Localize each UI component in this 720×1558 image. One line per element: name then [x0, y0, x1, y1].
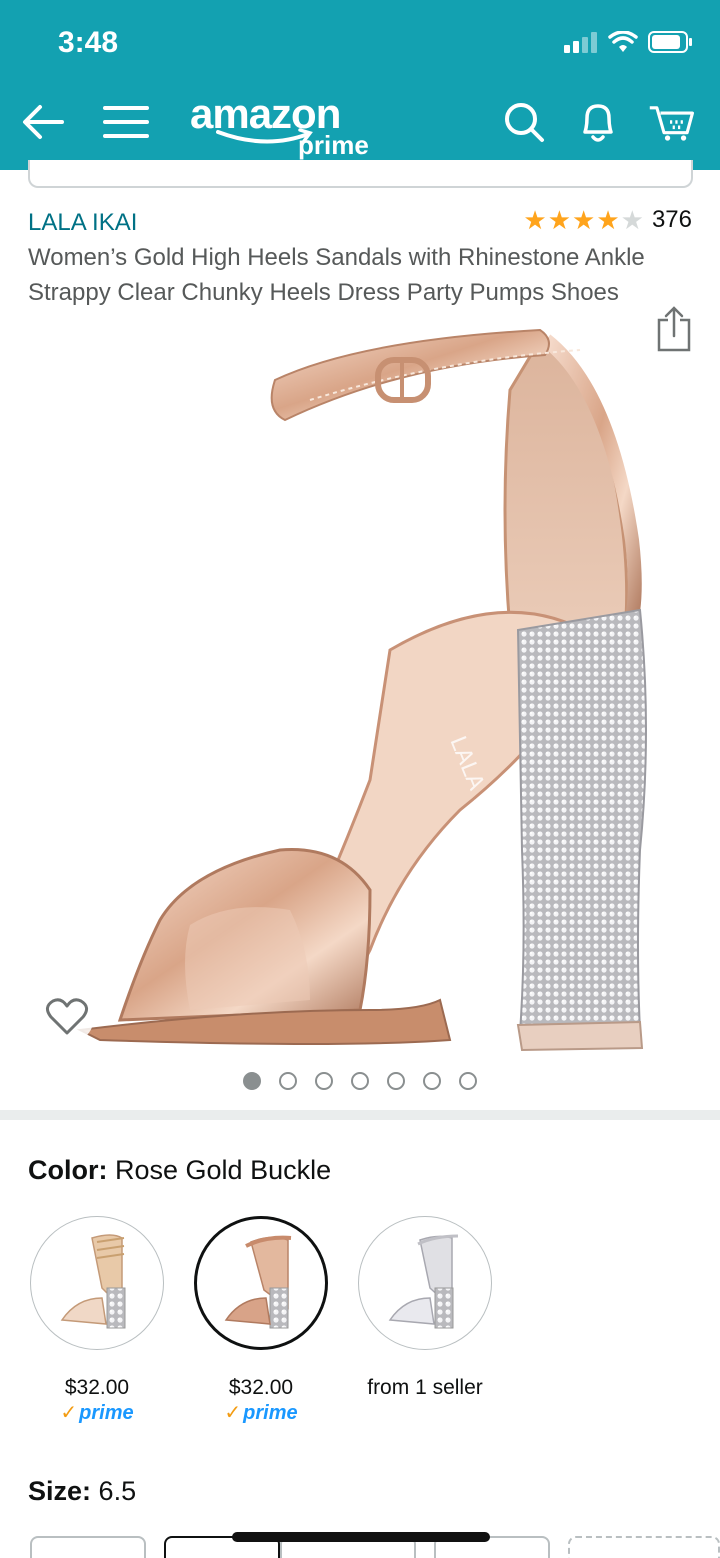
check-icon: ✓	[224, 1402, 242, 1424]
color-swatch-2-selected[interactable]: $32.00 ✓ prime	[194, 1216, 328, 1425]
pager-dot[interactable]	[243, 1072, 261, 1090]
color-label: Color:	[28, 1155, 108, 1185]
swatch-image	[358, 1216, 492, 1350]
pager-dot[interactable]	[423, 1072, 441, 1090]
star-icon: ★	[547, 205, 572, 235]
pager-dot[interactable]	[387, 1072, 405, 1090]
bell-icon[interactable]	[574, 98, 622, 146]
rating[interactable]: ★ ★ ★ ★ ★ 376	[523, 206, 692, 234]
prime-badge: ✓ prime	[60, 1402, 134, 1424]
size-value: 6.5	[98, 1476, 137, 1506]
signal-icon	[564, 31, 598, 58]
star-rating: ★ ★ ★ ★ ★	[523, 206, 644, 234]
color-swatch-1[interactable]: $32.00 ✓ prime	[30, 1216, 164, 1425]
search-bar-edge[interactable]	[28, 160, 693, 188]
star-icon: ★	[523, 205, 547, 235]
status-time: 3:48	[58, 26, 119, 59]
battery-icon	[648, 30, 694, 59]
pager-dot[interactable]	[315, 1072, 333, 1090]
size-selection: Size: 6.5	[28, 1476, 136, 1507]
swatch-price: $32.00	[228, 1376, 294, 1399]
menu-icon[interactable]	[102, 98, 150, 146]
star-icon: ★	[572, 205, 596, 235]
section-divider	[0, 1110, 720, 1120]
status-icons	[564, 30, 694, 59]
swatch-price: $32.00	[64, 1376, 130, 1399]
size-label: Size:	[28, 1476, 92, 1506]
color-value: Rose Gold Buckle	[115, 1155, 332, 1185]
check-icon: ✓	[60, 1402, 78, 1424]
cart-icon[interactable]	[648, 98, 696, 146]
swatch-image	[194, 1216, 328, 1350]
home-indicator	[232, 1532, 490, 1542]
share-icon[interactable]	[656, 306, 692, 357]
amazon-prime-logo[interactable]: amazon prime	[190, 92, 369, 161]
color-swatches: $32.00 ✓ prime $32.00 ✓ prime from 1 selle…	[30, 1216, 492, 1425]
size-option-unavailable[interactable]	[568, 1536, 720, 1558]
prime-badge: ✓ prime	[224, 1402, 298, 1424]
swatch-image	[30, 1216, 164, 1350]
top-bar: 3:48 amazon prime	[0, 0, 720, 170]
back-arrow-icon[interactable]	[18, 98, 66, 146]
logo-prime: prime	[298, 130, 369, 160]
color-swatch-3[interactable]: from 1 seller	[358, 1216, 492, 1425]
product-title: Women’s Gold High Heels Sandals with Rhi…	[28, 244, 645, 306]
pager-dot[interactable]	[279, 1072, 297, 1090]
image-pager[interactable]	[0, 1072, 720, 1090]
pager-dot[interactable]	[351, 1072, 369, 1090]
nav-row: amazon prime	[0, 90, 720, 160]
search-icon[interactable]	[500, 98, 548, 146]
rating-count: 376	[651, 206, 692, 233]
wishlist-heart-icon[interactable]	[40, 990, 94, 1044]
color-selection: Color: Rose Gold Buckle	[28, 1155, 331, 1186]
star-icon: ★	[620, 205, 644, 235]
product-image[interactable]: LALA IKAI	[40, 310, 690, 1070]
swatch-price: from 1 seller	[367, 1376, 483, 1399]
pager-dot[interactable]	[459, 1072, 477, 1090]
brand-link[interactable]: LALA IKAI	[28, 209, 137, 237]
wifi-icon	[608, 30, 638, 58]
size-option[interactable]	[30, 1536, 146, 1558]
star-icon: ★	[596, 205, 620, 235]
